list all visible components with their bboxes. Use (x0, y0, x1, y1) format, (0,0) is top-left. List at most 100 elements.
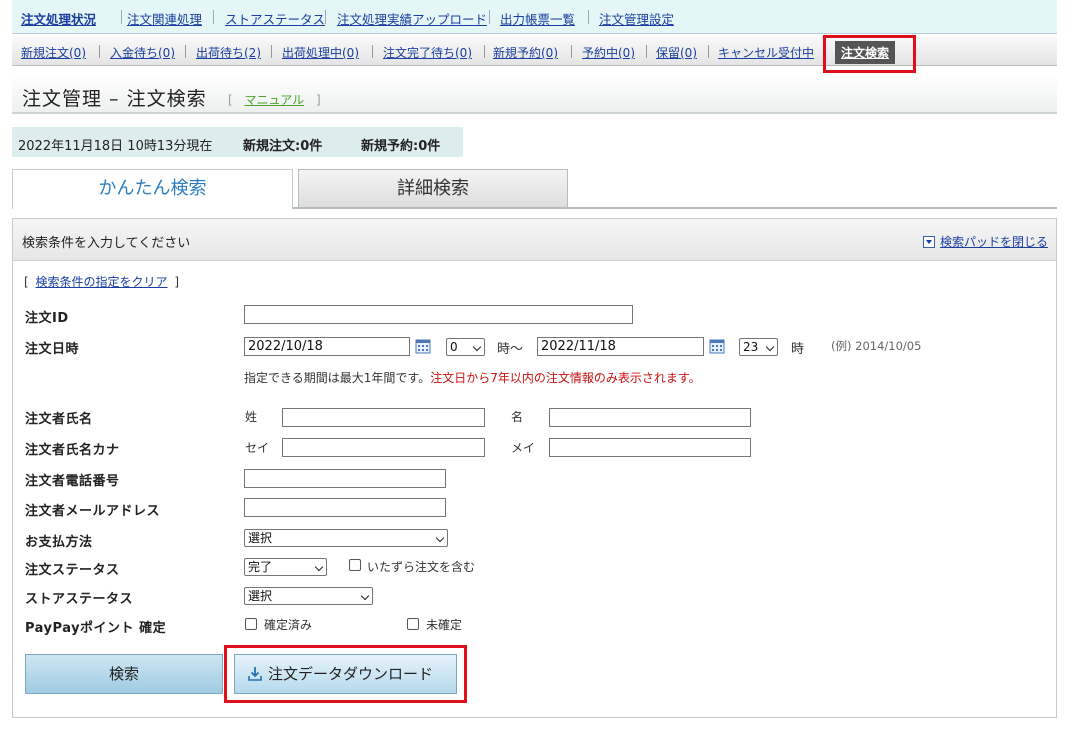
hour-to-select[interactable]: 23 (739, 338, 778, 356)
store-status-value: 選択 (248, 589, 273, 603)
sub-nav-separator (185, 45, 186, 58)
top-nav: 注文処理状況 注文関連処理 ストアステータス 注文処理実績アップロード 出力帳票… (12, 0, 1057, 34)
sub-nav-awaiting-completion[interactable]: 注文完了待ち(0) (383, 44, 472, 61)
tab-detailed-search[interactable]: 詳細検索 (298, 169, 568, 209)
top-nav-separator (489, 10, 490, 24)
chevron-down-icon (435, 533, 445, 543)
date-note-text: 指定できる期間は最大1年間です。 (244, 371, 431, 385)
status-datetime: 2022年11月18日 10時13分現在 (18, 139, 213, 154)
top-nav-order-related[interactable]: 注文関連処理 (127, 9, 202, 28)
top-nav-separator (213, 10, 214, 24)
top-nav-reports[interactable]: 出力帳票一覧 (500, 9, 575, 28)
bracket-open: [ (24, 275, 29, 289)
phone-input[interactable] (244, 469, 446, 488)
manual-link-wrapper: [ マニュアル ] (228, 91, 321, 108)
chevron-down-icon (360, 591, 370, 601)
calendar-icon[interactable] (415, 338, 431, 354)
bracket-close: ] (315, 93, 321, 107)
calendar-icon[interactable] (709, 338, 725, 354)
email-input[interactable] (244, 498, 446, 517)
chevron-down-icon (314, 562, 324, 572)
unconfirmed-checkbox[interactable] (407, 618, 419, 630)
store-status-select[interactable]: 選択 (244, 587, 373, 605)
kana-last-input[interactable] (282, 438, 485, 457)
tab-simple-search[interactable]: かんたん検索 (12, 169, 293, 209)
highlight-box (823, 35, 916, 73)
collapse-icon[interactable] (922, 236, 935, 248)
top-nav-separator (588, 10, 589, 24)
sub-nav-separator (708, 45, 709, 58)
status-bar: 2022年11月18日 10時13分現在 新規注文:0件 新規予約:0件 (12, 127, 463, 157)
top-nav-separator (121, 10, 122, 24)
clear-conditions: [ 検索条件の指定をクリア ] (24, 273, 179, 290)
sub-nav-new-reservations[interactable]: 新規予約(0) (493, 44, 558, 61)
date-from-input[interactable]: 2022/10/18 (244, 337, 410, 356)
hour-from-value: 0 (450, 340, 458, 354)
kana-first-label: メイ (511, 441, 536, 455)
search-panel (12, 218, 1057, 718)
sub-nav-awaiting-payment[interactable]: 入金待ち(0) (110, 44, 175, 61)
top-nav-separator (325, 10, 326, 24)
top-nav-store-status[interactable]: ストアステータス (225, 9, 325, 28)
sub-nav-separator (484, 45, 485, 58)
tab-divider (293, 207, 1057, 209)
hour-from-select[interactable]: 0 (446, 338, 485, 356)
prank-order-label: いたずら注文を含む (367, 560, 476, 574)
search-panel-header: 検索条件を入力してください 検索パッドを閉じる (13, 219, 1056, 261)
hour-from-suffix: 時〜 (497, 342, 524, 357)
chevron-down-icon (472, 342, 482, 352)
top-nav-order-status[interactable]: 注文処理状況 (21, 9, 96, 28)
kana-label: 注文者氏名カナ (25, 443, 120, 458)
store-status-label: ストアステータス (25, 592, 134, 607)
confirmed-label: 確定済み (264, 618, 313, 632)
bracket-close: ] (174, 275, 180, 289)
hour-to-value: 23 (743, 340, 759, 354)
payment-select[interactable]: 選択 (244, 529, 448, 547)
sub-nav-new-orders[interactable]: 新規注文(0) (21, 44, 86, 61)
manual-link[interactable]: マニュアル (245, 93, 305, 107)
search-panel-heading: 検索条件を入力してください (22, 236, 191, 251)
confirmed-checkbox[interactable] (245, 618, 257, 630)
sub-nav-awaiting-shipment[interactable]: 出荷待ち(2) (196, 44, 261, 61)
order-id-label: 注文ID (25, 311, 69, 326)
order-status-label: 注文ステータス (25, 563, 120, 578)
close-search-pad-link[interactable]: 検索パッドを閉じる (940, 235, 1048, 249)
search-button[interactable]: 検索 (25, 654, 223, 694)
last-name-label: 姓 (245, 410, 258, 424)
first-name-label: 名 (511, 410, 524, 424)
sub-nav-separator (571, 45, 572, 58)
order-status-select[interactable]: 完了 (244, 558, 327, 576)
clear-conditions-link[interactable]: 検索条件の指定をクリア (36, 275, 168, 289)
close-search-pad[interactable]: 検索パッドを閉じる (922, 233, 1048, 250)
hour-to-suffix: 時 (791, 342, 805, 357)
sub-nav-separator (646, 45, 647, 58)
email-label: 注文者メールアドレス (25, 504, 161, 519)
payment-value: 選択 (248, 531, 273, 545)
name-label: 注文者氏名 (25, 412, 93, 427)
unconfirmed-label: 未確定 (426, 618, 463, 632)
first-name-input[interactable] (549, 408, 751, 427)
bracket-open: [ (228, 93, 233, 107)
top-nav-settings[interactable]: 注文管理設定 (599, 9, 674, 28)
kana-first-input[interactable] (549, 438, 751, 457)
sub-nav-separator (372, 45, 373, 58)
sub-nav-shipping[interactable]: 出荷処理中(0) (282, 44, 359, 61)
paypay-label: PayPayポイント 確定 (25, 621, 167, 636)
last-name-input[interactable] (282, 408, 485, 427)
sub-nav-separator (271, 45, 272, 58)
date-note-warning: 注文日から7年以内の注文情報のみ表示されます。 (430, 371, 701, 385)
highlight-box (224, 645, 467, 703)
sub-nav-separator (99, 45, 100, 58)
order-id-input[interactable] (244, 305, 633, 324)
sub-nav-on-hold[interactable]: 保留(0) (656, 44, 697, 61)
kana-last-label: セイ (245, 441, 270, 455)
prank-order-checkbox[interactable] (349, 559, 361, 571)
sub-nav-reserved[interactable]: 予約中(0) (582, 44, 635, 61)
chevron-down-icon (765, 342, 775, 352)
page-title: 注文管理 – 注文検索 (22, 88, 207, 110)
order-status-value: 完了 (248, 560, 273, 574)
top-nav-upload[interactable]: 注文処理実績アップロード (337, 9, 487, 28)
date-to-input[interactable]: 2022/11/18 (537, 337, 704, 356)
sub-nav-cancel-requests[interactable]: キャンセル受付中 (718, 44, 814, 61)
payment-label: お支払方法 (25, 535, 93, 550)
